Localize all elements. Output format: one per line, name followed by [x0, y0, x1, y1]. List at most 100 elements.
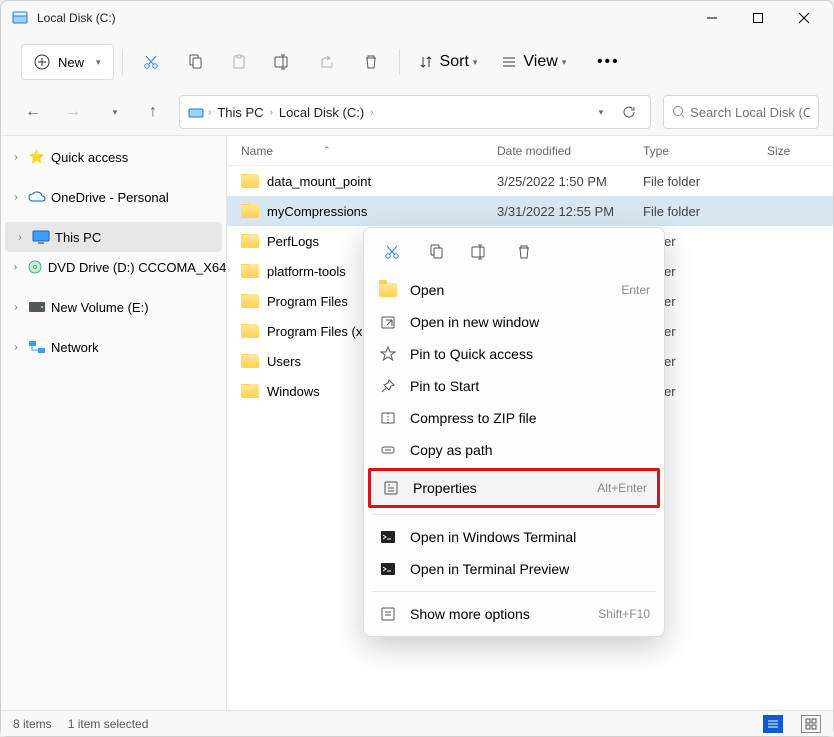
- sidebar-item-this-pc[interactable]: › This PC: [5, 222, 222, 252]
- breadcrumb[interactable]: Local Disk (C:): [275, 105, 368, 120]
- sidebar-item-quick-access[interactable]: › ⭐ Quick access: [1, 142, 226, 172]
- address-bar[interactable]: › This PC › Local Disk (C:) › ▾: [179, 95, 651, 129]
- address-dropdown[interactable]: ▾: [584, 97, 614, 127]
- monitor-icon: [31, 230, 51, 244]
- window-title: Local Disk (C:): [37, 11, 116, 25]
- column-type[interactable]: Type: [629, 144, 753, 158]
- ctx-label: Open in Windows Terminal: [410, 529, 650, 545]
- ctx-open-terminal-preview[interactable]: Open in Terminal Preview: [368, 553, 660, 585]
- folder-icon: [241, 384, 259, 398]
- ctx-label: Copy as path: [410, 442, 650, 458]
- sidebar-item-onedrive[interactable]: › OneDrive - Personal: [1, 182, 226, 212]
- list-icon: [767, 718, 779, 730]
- details-view-button[interactable]: [763, 715, 783, 733]
- ctx-pin-quick-access[interactable]: Pin to Quick access: [368, 338, 660, 370]
- ctx-open-new-window[interactable]: Open in new window: [368, 306, 660, 338]
- ctx-label: Open in new window: [410, 314, 650, 330]
- folder-icon: [241, 174, 259, 188]
- chevron-right-icon: ›: [9, 192, 23, 203]
- folder-icon: [241, 354, 259, 368]
- ctx-delete-button[interactable]: [506, 236, 542, 268]
- sort-button[interactable]: Sort ▾: [408, 44, 488, 80]
- toolbar: New ▾ Sort ▾ View ▾ •••: [1, 35, 833, 89]
- minimize-button[interactable]: [689, 2, 735, 34]
- back-button[interactable]: ←: [15, 94, 51, 130]
- folder-icon: [241, 204, 259, 218]
- sidebar-item-label: Network: [51, 340, 99, 355]
- new-button[interactable]: New ▾: [21, 44, 114, 80]
- thumbnails-view-button[interactable]: [801, 715, 821, 733]
- maximize-button[interactable]: [735, 2, 781, 34]
- sidebar-item-network[interactable]: › Network: [1, 332, 226, 362]
- drive-icon: [9, 7, 31, 29]
- ctx-open[interactable]: Open Enter: [368, 274, 660, 306]
- chevron-right-icon: ›: [268, 107, 275, 118]
- file-name: Users: [267, 354, 301, 369]
- ctx-accel: Alt+Enter: [597, 481, 647, 495]
- column-date[interactable]: Date modified: [483, 144, 629, 158]
- ctx-copy-button[interactable]: [418, 236, 454, 268]
- open-external-icon: [378, 314, 398, 330]
- search-input[interactable]: [690, 105, 810, 120]
- chevron-right-icon: ›: [13, 232, 27, 243]
- ctx-cut-button[interactable]: [374, 236, 410, 268]
- ellipsis-icon: •••: [597, 53, 620, 71]
- ctx-rename-button[interactable]: [462, 236, 498, 268]
- ctx-show-more-options[interactable]: Show more options Shift+F10: [368, 598, 660, 630]
- up-button[interactable]: ↑: [135, 94, 171, 130]
- recent-button[interactable]: ▾: [95, 94, 131, 130]
- delete-button[interactable]: [351, 44, 391, 80]
- separator: [372, 514, 656, 515]
- chevron-down-icon: ▾: [473, 57, 478, 68]
- status-item-count: 8 items: [13, 717, 52, 731]
- copy-icon: [428, 244, 444, 260]
- ctx-label: Open: [410, 282, 609, 298]
- search-box[interactable]: [663, 95, 819, 129]
- file-type: File folder: [629, 204, 753, 219]
- file-name: data_mount_point: [267, 174, 371, 189]
- column-name[interactable]: Name⌃: [227, 144, 483, 158]
- rename-button[interactable]: [263, 44, 303, 80]
- more-button[interactable]: •••: [588, 44, 628, 80]
- ctx-properties[interactable]: Properties Alt+Enter: [368, 468, 660, 508]
- ctx-copy-path[interactable]: Copy as path: [368, 434, 660, 466]
- close-button[interactable]: [781, 2, 827, 34]
- chevron-right-icon: ›: [368, 107, 375, 118]
- drive-icon: [27, 302, 47, 312]
- copy-button[interactable]: [175, 44, 215, 80]
- forward-button[interactable]: →: [55, 94, 91, 130]
- chevron-right-icon: ›: [9, 152, 23, 163]
- file-name: Windows: [267, 384, 320, 399]
- view-icon: [501, 54, 517, 70]
- plus-circle-icon: [34, 54, 50, 70]
- sidebar-item-new-volume[interactable]: › New Volume (E:): [1, 292, 226, 322]
- scissors-icon: [383, 243, 401, 261]
- view-button[interactable]: View ▾: [491, 44, 576, 80]
- sidebar-item-label: OneDrive - Personal: [51, 190, 169, 205]
- star-icon: ⭐: [27, 149, 47, 165]
- cut-button[interactable]: [131, 44, 171, 80]
- ctx-open-windows-terminal[interactable]: Open in Windows Terminal: [368, 521, 660, 553]
- file-row[interactable]: data_mount_point 3/25/2022 1:50 PMFile fo…: [227, 166, 833, 196]
- grid-icon: [805, 718, 817, 730]
- sort-ascending-icon: ⌃: [323, 145, 331, 156]
- file-row[interactable]: myCompressions3/31/2022 12:55 PMFile fol…: [227, 196, 833, 226]
- sidebar-item-label: This PC: [55, 230, 101, 245]
- refresh-button[interactable]: [614, 97, 644, 127]
- disc-icon: [26, 259, 44, 275]
- breadcrumb[interactable]: This PC: [213, 105, 267, 120]
- ctx-compress-zip[interactable]: Compress to ZIP file: [368, 402, 660, 434]
- ctx-pin-start[interactable]: Pin to Start: [368, 370, 660, 402]
- share-button[interactable]: [307, 44, 347, 80]
- view-label: View: [523, 53, 557, 71]
- network-icon: [27, 340, 47, 354]
- file-type: File folder: [629, 174, 753, 189]
- chevron-down-icon: ▾: [96, 57, 101, 68]
- status-selected-count: 1 item selected: [68, 717, 149, 731]
- cloud-icon: [27, 191, 47, 203]
- column-size[interactable]: Size: [753, 144, 790, 158]
- sidebar-item-dvd-drive[interactable]: › DVD Drive (D:) CCCOMA_X64FR: [1, 252, 226, 282]
- more-options-icon: [378, 606, 398, 622]
- file-date: 3/25/2022 1:50 PM: [483, 174, 629, 189]
- paste-button[interactable]: [219, 44, 259, 80]
